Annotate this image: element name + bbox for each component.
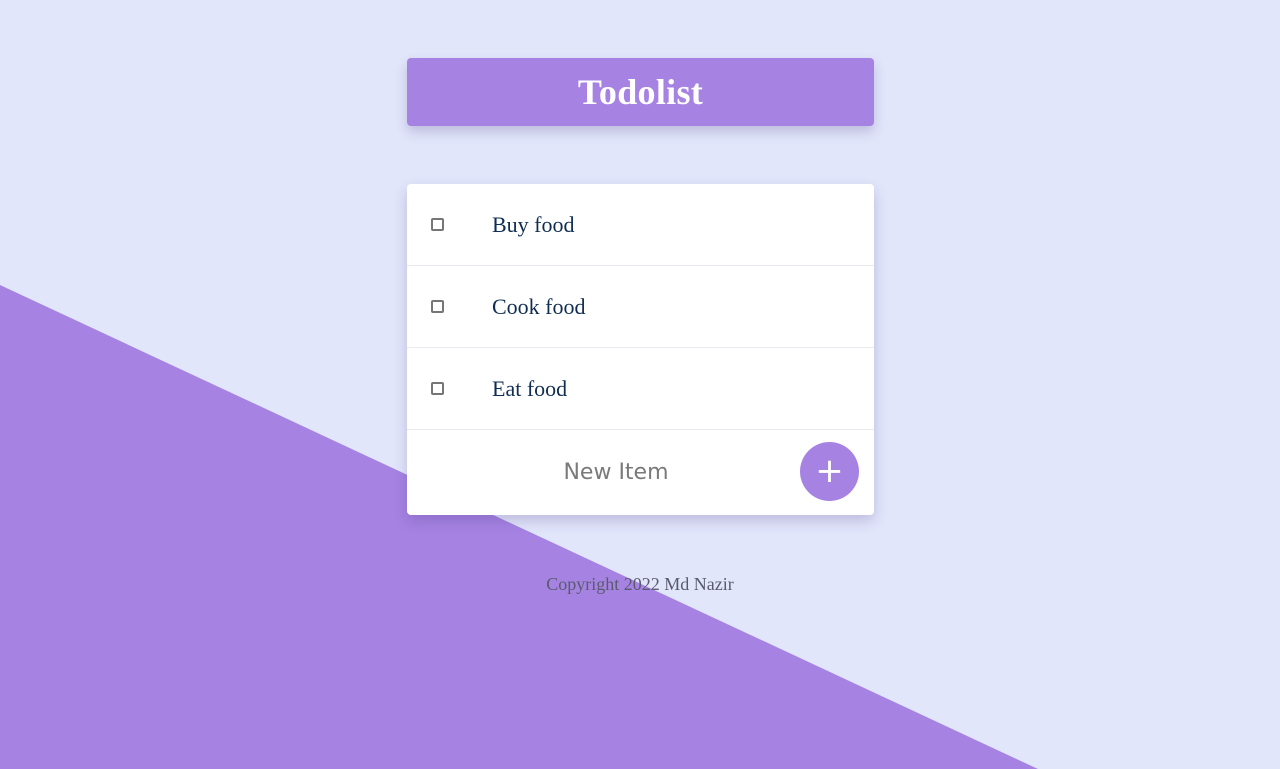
item-label: Eat food (492, 375, 568, 401)
todo-list-card: Buy food Cook food Eat food + (407, 184, 874, 515)
add-item-button[interactable]: + (800, 442, 859, 501)
page-title: Todolist (577, 72, 704, 112)
list-item: Eat food (407, 348, 874, 430)
item-checkbox[interactable] (431, 382, 444, 395)
header-banner: Todolist (407, 58, 874, 126)
list-item: Buy food (407, 184, 874, 266)
list-item: Cook food (407, 266, 874, 348)
item-checkbox[interactable] (431, 300, 444, 313)
footer: Copyright 2022 Md Nazir (0, 574, 1280, 595)
copyright-text: Copyright 2022 Md Nazir (546, 574, 734, 594)
new-item-form: + (407, 430, 874, 514)
item-label: Buy food (492, 211, 575, 237)
item-checkbox[interactable] (431, 218, 444, 231)
new-item-input[interactable] (464, 458, 768, 486)
item-label: Cook food (492, 293, 586, 319)
